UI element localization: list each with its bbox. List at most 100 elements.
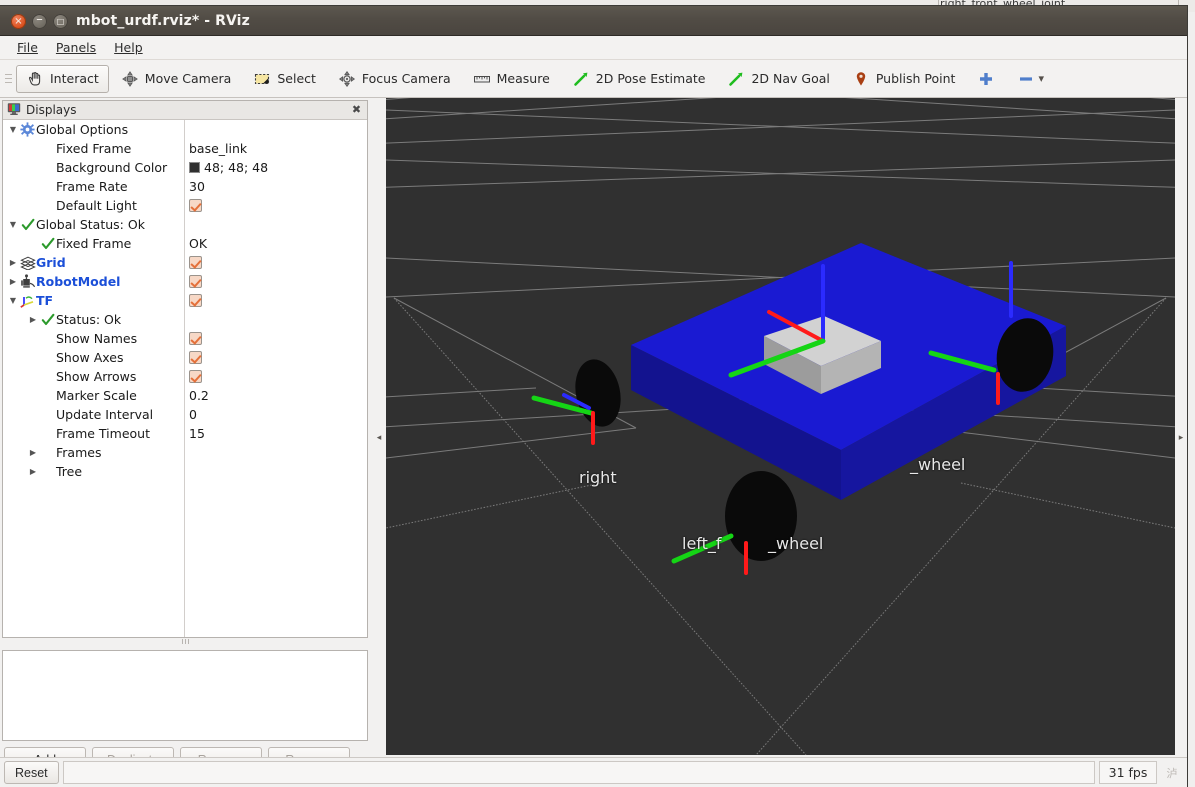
checkbox-checked-icon[interactable]: [189, 294, 202, 307]
tool-select[interactable]: Select: [243, 65, 326, 93]
display-tree-row[interactable]: ▶ Tree: [3, 462, 367, 481]
display-tree-row-label: Marker Scale: [56, 388, 137, 403]
tool-2d-nav-goal[interactable]: 2D Nav Goal: [717, 65, 839, 93]
green-check-icon: [19, 218, 36, 232]
display-tree-row-value[interactable]: [189, 199, 202, 212]
displays-panel: Displays ✖ ▼ Global Options Fixed Frame bas…: [2, 100, 368, 638]
chevron-right-icon[interactable]: ▶: [27, 467, 39, 476]
toolbar-drag-handle[interactable]: [4, 68, 13, 90]
3d-render-viewport[interactable]: right _wheel left_f _wheel: [386, 98, 1175, 755]
frame-label-right-front-wheel: _wheel: [910, 455, 966, 474]
display-tree-row-value[interactable]: [189, 370, 202, 383]
display-tree-row-label: Tree: [56, 464, 83, 479]
display-tree-row[interactable]: Background Color 48; 48; 48: [3, 158, 367, 177]
menu-panels[interactable]: Panels: [47, 37, 105, 58]
checkbox-checked-icon[interactable]: [189, 332, 202, 345]
display-tree-row-value[interactable]: 15: [189, 426, 205, 441]
tool-move-camera-label: Move Camera: [144, 71, 232, 86]
tool-remove-plugin[interactable]: [1007, 65, 1040, 93]
chevron-down-icon[interactable]: ▼: [7, 220, 19, 229]
display-tree-row[interactable]: Show Axes: [3, 348, 367, 367]
dock-splitter-handle[interactable]: [2, 638, 368, 645]
display-tree-row-label: Frame Rate: [56, 179, 128, 194]
display-tree-row-value[interactable]: 48; 48; 48: [189, 160, 268, 175]
checkbox-checked-icon[interactable]: [189, 370, 202, 383]
display-tree-row[interactable]: ▼ Global Options: [3, 120, 367, 139]
displays-panel-title: Displays: [26, 103, 77, 117]
tool-move-camera[interactable]: Move Camera: [111, 65, 242, 93]
tool-publish-point[interactable]: Publish Point: [842, 65, 966, 93]
display-tree-row-value[interactable]: 0: [189, 407, 197, 422]
tool-interact[interactable]: Interact: [16, 64, 109, 93]
ime-indicator-icon: 泸: [1166, 766, 1178, 780]
display-tree-row-value[interactable]: 0.2: [189, 388, 209, 403]
display-tree-row-label: Update Interval: [56, 407, 154, 422]
tool-measure[interactable]: Measure: [463, 65, 560, 93]
display-tree-row[interactable]: Fixed Frame base_link: [3, 139, 367, 158]
toolbar-overflow-chevron[interactable]: ▾: [1038, 72, 1044, 85]
selection-property-panel[interactable]: [2, 650, 368, 741]
green-check-icon: [39, 237, 56, 251]
tool-focus-camera[interactable]: Focus Camera: [328, 65, 461, 93]
display-tree-row[interactable]: ▼ Global Status: Ok: [3, 215, 367, 234]
rviz-main-window: × – □ mbot_urdf.rviz* - RViz File Panels…: [0, 6, 1187, 787]
display-tree-row[interactable]: ▶ Frames: [3, 443, 367, 462]
display-tree-row-value[interactable]: [189, 294, 202, 307]
left-dock-collapse-arrow[interactable]: ◂: [374, 98, 384, 777]
display-tree-row[interactable]: ▶ Grid: [3, 253, 367, 272]
display-tree-row[interactable]: Show Names: [3, 329, 367, 348]
display-tree-row-value[interactable]: [189, 256, 202, 269]
displays-close-icon[interactable]: ✖: [350, 104, 363, 117]
window-maximize-button[interactable]: □: [53, 14, 68, 29]
displays-panel-header: Displays ✖: [3, 101, 367, 120]
display-tree-row[interactable]: Fixed Frame OK: [3, 234, 367, 253]
menu-help-label: Help: [114, 40, 143, 55]
display-tree-row[interactable]: Show Arrows: [3, 367, 367, 386]
display-tree-row[interactable]: ▶ RobotModel: [3, 272, 367, 291]
display-tree-row[interactable]: ▶ Status: Ok: [3, 310, 367, 329]
display-tree-row-value[interactable]: OK: [189, 236, 207, 251]
display-tree-row[interactable]: Update Interval 0: [3, 405, 367, 424]
display-tree-row[interactable]: Default Light: [3, 196, 367, 215]
chevron-right-icon[interactable]: ▶: [27, 315, 39, 324]
chevron-right-icon[interactable]: ▶: [7, 277, 19, 286]
checkbox-checked-icon[interactable]: [189, 351, 202, 364]
display-tree-row-value[interactable]: [189, 351, 202, 364]
display-tree-row[interactable]: Frame Timeout 15: [3, 424, 367, 443]
menu-help[interactable]: Help: [105, 37, 152, 58]
gear-icon: [19, 122, 36, 137]
display-tree-row-value[interactable]: [189, 275, 202, 288]
color-swatch: [189, 162, 200, 173]
tool-add-plugin[interactable]: [967, 65, 1005, 93]
displays-tree[interactable]: ▼ Global Options Fixed Frame base_link Backg…: [3, 120, 367, 637]
display-tree-row[interactable]: Marker Scale 0.2: [3, 386, 367, 405]
tool-2d-pose-estimate[interactable]: 2D Pose Estimate: [562, 65, 716, 93]
tf-axes-icon: [19, 294, 36, 308]
chevron-right-icon[interactable]: ▶: [7, 258, 19, 267]
display-tree-row[interactable]: ▼ TF: [3, 291, 367, 310]
menu-panels-label: Panels: [55, 40, 97, 55]
status-bar: Reset 31 fps 泸: [0, 757, 1187, 787]
display-monitor-icon: [7, 101, 21, 120]
chevron-down-icon[interactable]: ▼: [7, 296, 19, 305]
chevron-right-icon[interactable]: ▶: [27, 448, 39, 457]
window-close-button[interactable]: ×: [11, 14, 26, 29]
display-tree-row-value[interactable]: [189, 332, 202, 345]
display-tree-row-value[interactable]: base_link: [189, 141, 247, 156]
reset-button[interactable]: Reset: [4, 761, 59, 784]
checkbox-checked-icon[interactable]: [189, 256, 202, 269]
display-tree-row[interactable]: Frame Rate 30: [3, 177, 367, 196]
select-rectangle-icon: [253, 70, 271, 88]
focus-camera-icon: [338, 70, 356, 88]
chevron-down-icon[interactable]: ▼: [7, 125, 19, 134]
ruler-icon: [473, 70, 491, 88]
fps-indicator: 31 fps: [1099, 761, 1157, 784]
checkbox-checked-icon[interactable]: [189, 275, 202, 288]
grid-icon: [19, 256, 36, 270]
window-minimize-button[interactable]: –: [32, 13, 47, 29]
checkbox-checked-icon[interactable]: [189, 199, 202, 212]
3d-scene: [386, 98, 1175, 755]
display-tree-row-value[interactable]: 30: [189, 179, 205, 194]
menu-file[interactable]: File: [8, 37, 47, 58]
right-dock-expand-arrow[interactable]: ▸: [1175, 98, 1187, 777]
